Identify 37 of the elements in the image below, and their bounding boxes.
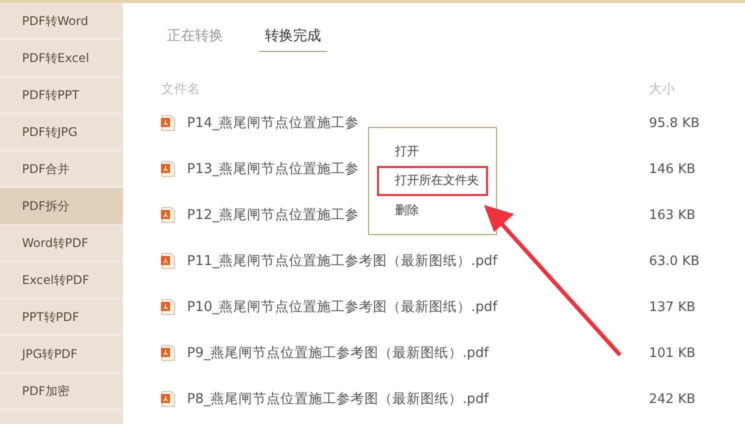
pdf-file-icon (161, 253, 175, 269)
column-header: 文件名 (161, 81, 200, 98)
sidebar-item[interactable]: PDF拆分 (0, 188, 123, 225)
file-size: 163 KB (649, 208, 696, 222)
file-size: 137 KB (649, 300, 696, 314)
sidebar-item[interactable]: JPG转PDF (0, 336, 123, 373)
file-name[interactable]: P8_燕尾闸节点位置施工参考图（最新图纸）.pdf (187, 391, 489, 407)
menu-item[interactable]: 删除 (377, 196, 488, 225)
file-name[interactable]: P13_燕尾闸节点位置施工参 (187, 161, 360, 177)
sidebar-item[interactable]: PDF加密 (0, 373, 123, 410)
column-header: 大小 (649, 82, 675, 97)
pdf-file-icon (161, 207, 175, 223)
sidebar-item[interactable]: PDF转JPG (0, 114, 123, 151)
sidebar-item[interactable]: PDF转PPT (0, 77, 123, 114)
file-name[interactable]: P12_燕尾闸节点位置施工参 (187, 207, 360, 223)
pdf-file-icon (161, 391, 175, 407)
sidebar-item[interactable]: PPT转PDF (0, 299, 123, 336)
file-size: 146 KB (649, 162, 696, 176)
file-size: 95.8 KB (649, 116, 700, 130)
sidebar-item[interactable]: PDF转Word (0, 3, 123, 40)
sidebar-item[interactable]: Word转PDF (0, 225, 123, 262)
file-name[interactable]: P11_燕尾闸节点位置施工参考图（最新图纸）.pdf (187, 253, 498, 269)
pdf-file-icon (161, 345, 175, 361)
file-size: 242 KB (649, 392, 696, 406)
tab[interactable]: 转换完成 (259, 23, 327, 52)
file-name[interactable]: P14_燕尾闸节点位置施工参 (187, 115, 360, 131)
sidebar-item[interactable]: Excel转PDF (0, 262, 123, 299)
pdf-file-icon (161, 161, 175, 177)
menu-item[interactable]: 打开所在文件夹 (377, 166, 488, 196)
pdf-file-icon (161, 115, 175, 131)
file-name[interactable]: P10_燕尾闸节点位置施工参考图（最新图纸）.pdf (187, 299, 498, 315)
file-size: 101 KB (649, 346, 696, 360)
file-size: 63.0 KB (649, 254, 700, 268)
pdf-file-icon (161, 299, 175, 315)
file-name[interactable]: P9_燕尾闸节点位置施工参考图（最新图纸）.pdf (187, 345, 489, 361)
menu-item[interactable]: 打开 (377, 137, 488, 166)
sidebar-item[interactable]: PDF转Excel (0, 40, 123, 77)
